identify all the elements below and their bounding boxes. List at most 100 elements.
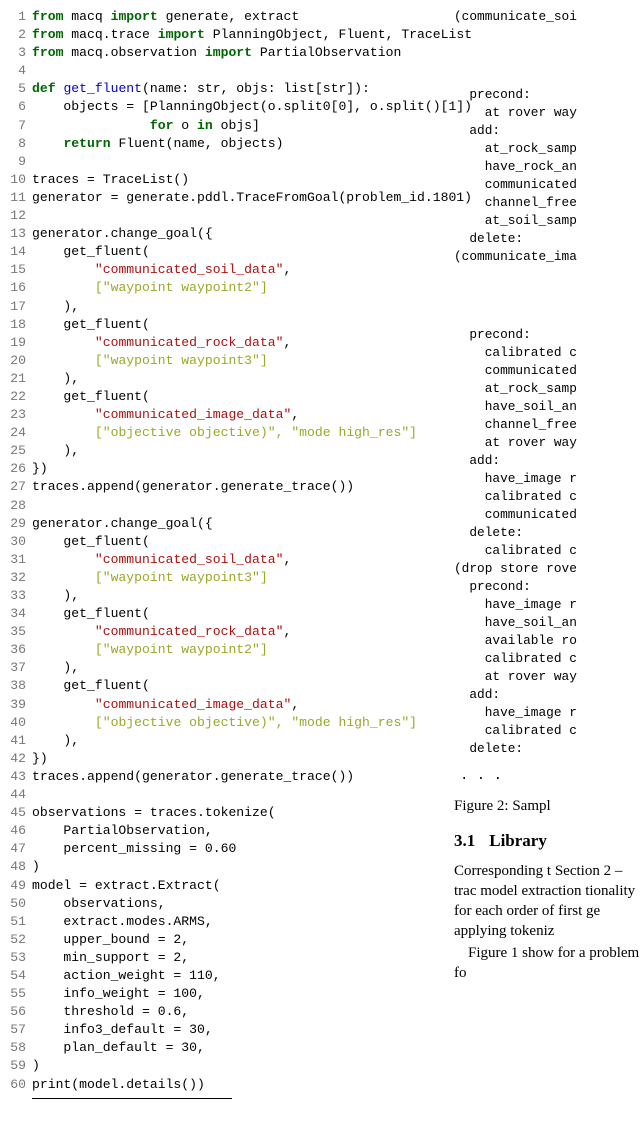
code-line: 34 get_fluent(: [6, 605, 436, 623]
line-number: 56: [6, 1003, 32, 1021]
code-content: info3_default = 30,: [32, 1021, 436, 1039]
line-number: 24: [6, 424, 32, 442]
line-number: 46: [6, 822, 32, 840]
line-number: 8: [6, 135, 32, 153]
code-line: 40 ["objective objective)", "mode high_r…: [6, 714, 436, 732]
code-content: [32, 62, 436, 80]
code-line: 10traces = TraceList(): [6, 171, 436, 189]
line-number: 13: [6, 225, 32, 243]
page: 1from macq import generate, extract2from…: [0, 0, 640, 1128]
line-number: 3: [6, 44, 32, 62]
code-content: }): [32, 750, 436, 768]
line-number: 39: [6, 696, 32, 714]
code-line: 50 observations,: [6, 895, 436, 913]
code-line: 5def get_fluent(name: str, objs: list[st…: [6, 80, 436, 98]
code-content: from macq.observation import PartialObse…: [32, 44, 436, 62]
code-content: [32, 497, 436, 515]
line-number: 16: [6, 279, 32, 297]
line-number: 40: [6, 714, 32, 732]
line-number: 12: [6, 207, 32, 225]
code-line: 51 extract.modes.ARMS,: [6, 913, 436, 931]
code-line: 24 ["objective objective)", "mode high_r…: [6, 424, 436, 442]
code-content: observations = traces.tokenize(: [32, 804, 436, 822]
code-content: ["waypoint waypoint3"]: [32, 569, 436, 587]
code-line: 35 "communicated_rock_data",: [6, 623, 436, 641]
line-number: 38: [6, 677, 32, 695]
code-line: 15 "communicated_soil_data",: [6, 261, 436, 279]
line-number: 48: [6, 858, 32, 876]
code-content: percent_missing = 0.60: [32, 840, 436, 858]
code-line: 21 ),: [6, 370, 436, 388]
code-content: ),: [32, 587, 436, 605]
line-number: 22: [6, 388, 32, 406]
code-line: 16 ["waypoint waypoint2"]: [6, 279, 436, 297]
output-line: (communicate_soi: [454, 8, 640, 26]
code-line: 17 ),: [6, 298, 436, 316]
code-content: threshold = 0.6,: [32, 1003, 436, 1021]
line-number: 23: [6, 406, 32, 424]
code-content: ): [32, 1057, 436, 1075]
output-block-1: precond: at rover way add: at_rock_samp …: [454, 86, 640, 266]
code-line: 60print(model.details()): [6, 1076, 436, 1094]
code-content: PartialObservation,: [32, 822, 436, 840]
line-number: 59: [6, 1057, 32, 1075]
code-line: 39 "communicated_image_data",: [6, 696, 436, 714]
code-line: 22 get_fluent(: [6, 388, 436, 406]
code-line: 14 get_fluent(: [6, 243, 436, 261]
line-number: 53: [6, 949, 32, 967]
code-content: get_fluent(: [32, 677, 436, 695]
line-number: 18: [6, 316, 32, 334]
code-content: ),: [32, 370, 436, 388]
code-content: ),: [32, 732, 436, 750]
code-line: 23 "communicated_image_data",: [6, 406, 436, 424]
code-content: get_fluent(: [32, 316, 436, 334]
line-number: 52: [6, 931, 32, 949]
line-number: 4: [6, 62, 32, 80]
line-number: 10: [6, 171, 32, 189]
line-number: 55: [6, 985, 32, 1003]
line-number: 31: [6, 551, 32, 569]
code-content: "communicated_rock_data",: [32, 334, 436, 352]
code-content: ["waypoint waypoint3"]: [32, 352, 436, 370]
paragraph: Figure 1 show for a problem fo: [454, 943, 640, 983]
code-content: get_fluent(: [32, 533, 436, 551]
code-line: 33 ),: [6, 587, 436, 605]
code-content: action_weight = 110,: [32, 967, 436, 985]
code-content: get_fluent(: [32, 243, 436, 261]
code-line: 25 ),: [6, 442, 436, 460]
code-line: 12: [6, 207, 436, 225]
code-content: extract.modes.ARMS,: [32, 913, 436, 931]
line-number: 44: [6, 786, 32, 804]
code-line: 36 ["waypoint waypoint2"]: [6, 641, 436, 659]
line-number: 57: [6, 1021, 32, 1039]
code-content: get_fluent(: [32, 605, 436, 623]
code-line: 9: [6, 153, 436, 171]
code-column: 1from macq import generate, extract2from…: [0, 0, 440, 1128]
code-content: observations,: [32, 895, 436, 913]
code-line: 58 plan_default = 30,: [6, 1039, 436, 1057]
code-line: 27traces.append(generator.generate_trace…: [6, 478, 436, 496]
line-number: 50: [6, 895, 32, 913]
line-number: 34: [6, 605, 32, 623]
code-content: plan_default = 30,: [32, 1039, 436, 1057]
code-line: 19 "communicated_rock_data",: [6, 334, 436, 352]
line-number: 42: [6, 750, 32, 768]
code-line: 49model = extract.Extract(: [6, 877, 436, 895]
line-number: 41: [6, 732, 32, 750]
code-line: 32 ["waypoint waypoint3"]: [6, 569, 436, 587]
line-number: 58: [6, 1039, 32, 1057]
code-line: 6 objects = [PlanningObject(o.split0[0],…: [6, 98, 436, 116]
code-content: traces.append(generator.generate_trace()…: [32, 768, 436, 786]
line-number: 25: [6, 442, 32, 460]
line-number: 49: [6, 877, 32, 895]
code-content: generator.change_goal({: [32, 225, 436, 243]
code-content: model = extract.Extract(: [32, 877, 436, 895]
code-content: ["waypoint waypoint2"]: [32, 641, 436, 659]
code-line: 8 return Fluent(name, objects): [6, 135, 436, 153]
code-content: ): [32, 858, 436, 876]
code-line: 38 get_fluent(: [6, 677, 436, 695]
code-line: 55 info_weight = 100,: [6, 985, 436, 1003]
line-number: 26: [6, 460, 32, 478]
text-column: (communicate_soi precond: at rover way a…: [440, 0, 640, 1128]
code-content: from macq import generate, extract: [32, 8, 436, 26]
